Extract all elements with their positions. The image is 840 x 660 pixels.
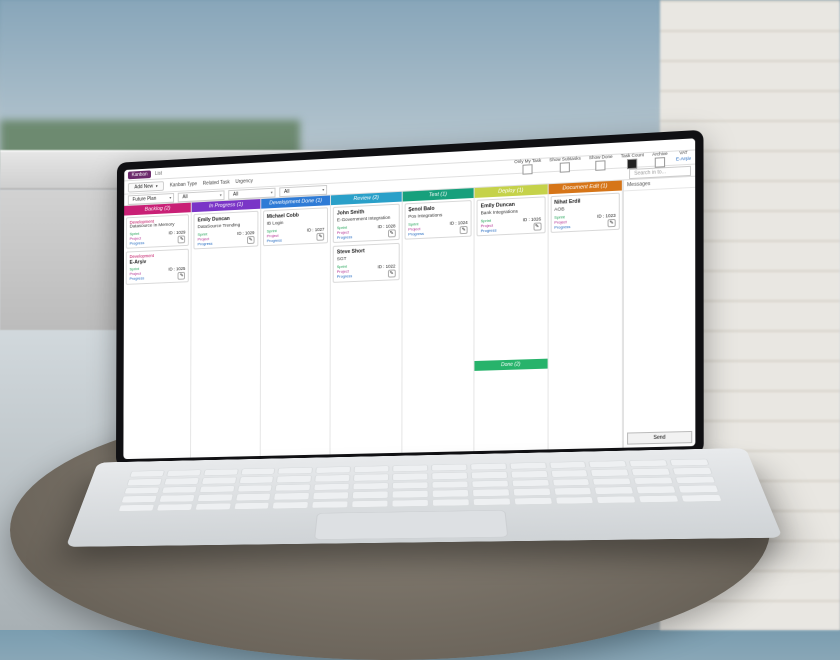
filter-plan-select[interactable]: Future Plan [128, 193, 174, 205]
kanban-column: Test (1)Şenol BaloPos IntegrationsSprint… [402, 188, 475, 453]
kanban-card[interactable]: Michael CobbIB LoginSprintProjectProgres… [263, 207, 328, 246]
send-button[interactable]: Send [627, 431, 692, 445]
edit-icon[interactable]: ✎ [533, 223, 541, 231]
card-id: ID : 1024 [450, 220, 468, 226]
kanban-board: Backlog (2)DevelopmentDatasource In Memo… [123, 180, 623, 459]
edit-icon[interactable]: ✎ [388, 269, 396, 277]
card-fields: SprintProjectProgress [198, 232, 213, 247]
kanban-card[interactable]: Emily DuncanDataSource TrendingSprintPro… [194, 211, 258, 250]
show-subtasks-toggle[interactable]: Show Subtasks [549, 155, 580, 173]
titlebar-tab-list[interactable]: List [155, 170, 162, 176]
kanban-column: In Progress (1)Emily DuncanDataSource Tr… [191, 199, 261, 458]
column-body: Emily DuncanBank IntegrationsSprintProje… [475, 194, 548, 361]
card-fields: SprintProjectProgress [337, 226, 352, 241]
card-fields: SprintProjectProgress [481, 219, 497, 234]
column-body: Michael CobbIB LoginSprintProjectProgres… [261, 205, 331, 456]
card-id: ID : 1027 [307, 227, 325, 233]
list-icon [627, 158, 637, 169]
laptop-keyboard-base [66, 448, 783, 547]
card-fields: SprintProjectProgress [337, 265, 352, 280]
caret-down-icon: ▾ [156, 183, 158, 188]
card-id: ID : 1022 [378, 263, 396, 269]
task-count-toggle[interactable]: Task Count [621, 152, 644, 169]
card-title: Pos Integrations [408, 212, 468, 220]
label-urgency: Urgency [235, 178, 253, 185]
app-window: Kanban List Add New▾ Kanban Type Related… [123, 138, 695, 459]
app-brand: Kanban [128, 170, 151, 179]
edit-icon[interactable]: ✎ [317, 233, 325, 241]
filter-select-3[interactable]: All [279, 184, 327, 196]
checkbox-icon [596, 160, 606, 171]
laptop-mockup: Kanban List Add New▾ Kanban Type Related… [114, 132, 749, 583]
card-fields: SprintProjectProgress [408, 222, 424, 237]
card-title: Bank Integrations [481, 209, 541, 217]
card-id: ID : 1028 [378, 224, 396, 230]
only-my-task-toggle[interactable]: Only My Task [514, 157, 541, 174]
edit-icon[interactable]: ✎ [178, 272, 185, 280]
card-fields: SprintProjectProgress [129, 267, 144, 281]
show-done-toggle[interactable]: Show Done [589, 153, 613, 170]
column-body: Şenol BaloPos IntegrationsSprintProjectP… [402, 198, 474, 453]
card-id: ID : 1026 [523, 217, 541, 223]
column-body: Nihat ErdilAOBSprintProjectProgressID : … [548, 191, 622, 450]
kanban-card[interactable]: DevelopmentE-ArşivSprintProjectProgressI… [126, 249, 189, 285]
label-kanban-type: Kanban Type [170, 181, 197, 188]
kanban-card[interactable]: DevelopmentDatasource In MemorySprintPro… [126, 214, 189, 249]
edit-icon[interactable]: ✎ [607, 219, 615, 227]
card-title: SGT [337, 255, 396, 262]
label-related-task: Related Task [203, 179, 230, 186]
laptop-screen-bezel: Kanban List Add New▾ Kanban Type Related… [116, 130, 704, 467]
kanban-card[interactable]: Emily DuncanBank IntegrationsSprintProje… [477, 196, 545, 236]
checkbox-icon [655, 157, 665, 168]
card-title: DataSource Trending [198, 223, 255, 231]
edit-icon[interactable]: ✎ [460, 226, 468, 234]
column-body: DevelopmentDatasource In MemorySprintPro… [123, 212, 191, 459]
card-fields: SprintProjectProgress [267, 229, 282, 244]
card-title: IB Login [267, 219, 325, 227]
kanban-column: Development Done (1)Michael CobbIB Login… [261, 195, 332, 456]
archive-toggle[interactable]: Archive [652, 150, 668, 167]
filter-select-2[interactable]: All [228, 187, 275, 199]
kanban-column: Document Edit (1)Nihat ErdilAOBSprintPro… [548, 180, 623, 449]
column-body: John SmithE-Government IntegrationSprint… [331, 202, 402, 455]
edit-icon[interactable]: ✎ [178, 236, 185, 244]
checkbox-icon [560, 162, 570, 173]
kanban-card[interactable]: Steve ShortSGTSprintProjectProgressID : … [333, 243, 399, 282]
vat-indicator: VATE-Arşiv [676, 149, 691, 161]
messages-panel: Messages Send [623, 177, 695, 448]
card-fields: SprintProjectProgress [554, 215, 570, 230]
kanban-column: Deploy (1)Emily DuncanBank IntegrationsS… [474, 184, 548, 451]
kanban-card[interactable]: Şenol BaloPos IntegrationsSprintProjectP… [404, 200, 471, 240]
kanban-column: Review (2)John SmithE-Government Integra… [331, 192, 403, 455]
card-id: ID : 1023 [597, 213, 616, 219]
card-fields: SprintProjectProgress [130, 232, 145, 246]
laptop-trackpad [314, 510, 508, 540]
card-id: ID : 1025 [168, 266, 185, 272]
card-id: ID : 1029 [237, 231, 254, 237]
checkbox-icon [523, 164, 533, 174]
card-title: E-Government Integration [337, 216, 396, 224]
filter-select-1[interactable]: All [178, 190, 225, 202]
add-new-button[interactable]: Add New▾ [128, 181, 164, 192]
edit-icon[interactable]: ✎ [388, 230, 396, 238]
kanban-column: Backlog (2)DevelopmentDatasource In Memo… [123, 203, 192, 460]
column-body: Emily DuncanDataSource TrendingSprintPro… [191, 209, 260, 458]
kanban-card[interactable]: John SmithE-Government IntegrationSprint… [333, 204, 399, 244]
card-id: ID : 1029 [169, 230, 186, 236]
edit-icon[interactable]: ✎ [247, 236, 255, 244]
kanban-card[interactable]: Nihat ErdilAOBSprintProjectProgressID : … [550, 193, 620, 234]
card-title: AOB [554, 205, 615, 213]
